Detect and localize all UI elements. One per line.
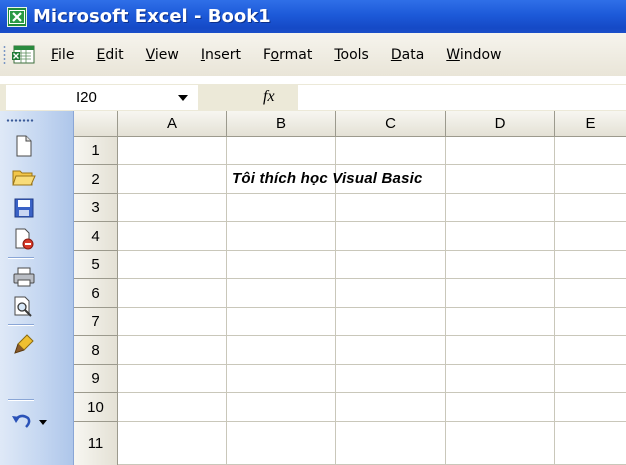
name-box-value[interactable]: I20 xyxy=(76,89,97,106)
column-a-cells[interactable] xyxy=(118,137,227,465)
print-icon[interactable] xyxy=(7,262,41,292)
row-header-7[interactable]: 7 xyxy=(74,308,118,336)
permission-icon[interactable] xyxy=(7,224,41,254)
window-title: Microsoft Excel - Book1 xyxy=(33,6,271,27)
menu-view[interactable]: View xyxy=(146,47,179,63)
menu-window[interactable]: Window xyxy=(446,47,501,63)
row-gridline xyxy=(118,221,626,222)
insert-function-icon[interactable]: fx xyxy=(263,88,275,106)
chevron-down-icon[interactable] xyxy=(178,95,188,101)
column-d-cells[interactable] xyxy=(446,137,555,465)
menu-bar: File Edit View Insert Format Tools Data … xyxy=(0,33,626,76)
menu-data[interactable]: Data xyxy=(391,47,424,63)
excel-icon[interactable] xyxy=(7,6,27,27)
save-icon[interactable] xyxy=(7,193,41,223)
row-header-8[interactable]: 8 xyxy=(74,336,118,365)
name-box[interactable]: I20 xyxy=(6,85,198,110)
undo-icon[interactable] xyxy=(10,407,52,437)
row-header-4[interactable]: 4 xyxy=(74,222,118,251)
print-preview-icon[interactable] xyxy=(7,292,41,322)
row-header-11[interactable]: 11 xyxy=(74,422,118,465)
row-header-1[interactable]: 1 xyxy=(74,137,118,165)
row-gridline xyxy=(118,250,626,251)
row-gridline xyxy=(118,364,626,365)
column-header-b[interactable]: B xyxy=(227,111,336,137)
workbook-icon[interactable] xyxy=(11,42,37,68)
row-header-2[interactable]: 2 xyxy=(74,165,118,194)
menu-format[interactable]: Format xyxy=(263,47,312,63)
title-bar[interactable]: Microsoft Excel - Book1 xyxy=(0,0,626,33)
select-all-corner[interactable] xyxy=(74,111,118,137)
format-painter-icon[interactable] xyxy=(7,329,41,359)
formula-bar: I20 fx xyxy=(0,84,626,111)
menu-file[interactable]: File xyxy=(51,47,74,63)
column-header-e[interactable]: E xyxy=(555,111,626,137)
menu-edit[interactable]: Edit xyxy=(96,47,123,63)
row-gridline xyxy=(118,164,626,165)
row-gridline xyxy=(118,193,626,194)
column-e-cells[interactable] xyxy=(555,137,626,465)
standard-toolbar xyxy=(0,111,74,465)
menu-grip[interactable] xyxy=(3,44,6,65)
row-gridline xyxy=(118,307,626,308)
row-header-6[interactable]: 6 xyxy=(74,279,118,308)
formula-input[interactable] xyxy=(298,85,626,110)
new-icon[interactable] xyxy=(7,131,41,161)
row-gridline xyxy=(118,278,626,279)
row-header-9[interactable]: 9 xyxy=(74,365,118,393)
column-header-d[interactable]: D xyxy=(446,111,555,137)
menu-insert[interactable]: Insert xyxy=(201,47,241,63)
row-gridline xyxy=(118,335,626,336)
menu-tools[interactable]: Tools xyxy=(334,47,369,63)
toolbar-separator xyxy=(8,257,34,259)
column-header-a[interactable]: A xyxy=(118,111,227,137)
row-header-10[interactable]: 10 xyxy=(74,393,118,422)
toolbar-grip[interactable] xyxy=(6,119,34,122)
row-gridline xyxy=(118,392,626,393)
column-header-c[interactable]: C xyxy=(336,111,446,137)
row-header-5[interactable]: 5 xyxy=(74,251,118,279)
cell-b2[interactable]: Tôi thích học Visual Basic xyxy=(232,170,423,187)
open-icon[interactable] xyxy=(7,162,41,192)
row-header-3[interactable]: 3 xyxy=(74,194,118,222)
worksheet-grid[interactable]: A B C D E 1 2 3 4 5 6 7 8 9 10 11 Tôi th… xyxy=(74,111,626,465)
toolbar-separator xyxy=(8,399,34,401)
row-gridline xyxy=(118,421,626,422)
toolbar-separator xyxy=(8,324,34,326)
